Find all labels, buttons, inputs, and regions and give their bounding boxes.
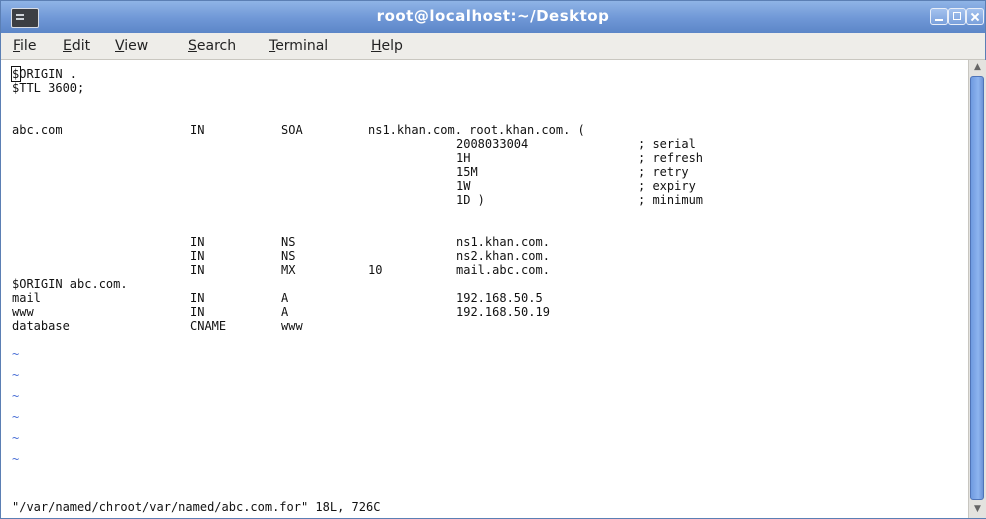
close-icon[interactable] [966,8,984,25]
window-title: root@localhost:~/Desktop [376,7,610,25]
empty-line-marker: ~ [12,431,20,445]
record-www-type: A [281,305,289,319]
soa-type: SOA [281,123,303,137]
ns1-data: ns1.khan.com. [456,235,550,249]
menu-view[interactable]: View [115,38,148,54]
soa-minimum-value: 1D ) [456,193,485,207]
maximize-icon[interactable] [948,8,966,25]
soa-serial-comment: ; serial [638,137,696,151]
soa-minimum-comment: ; minimum [638,193,704,207]
record-mail-type: A [281,291,289,305]
record-www-name: www [12,305,34,319]
empty-line-marker: ~ [12,368,20,382]
record-www-data: 192.168.50.19 [456,305,550,319]
menu-search[interactable]: Search [188,38,236,54]
record-www-class: IN [190,305,205,319]
mx-preference: 10 [368,263,383,277]
mx-data: mail.abc.com. [456,263,550,277]
vertical-scrollbar[interactable]: ▲ ▼ [968,60,986,518]
mx-type: MX [281,263,296,277]
origin2-line: $ORIGIN abc.com. [12,277,128,291]
empty-line-marker: ~ [12,452,20,466]
ns2-class: IN [190,249,205,263]
menu-help[interactable]: Help [371,38,403,54]
empty-line-marker: ~ [12,389,20,403]
empty-line-marker: ~ [12,347,20,361]
soa-refresh-value: 1H [456,151,471,165]
ns1-class: IN [190,235,205,249]
soa-expiry-value: 1W [456,179,471,193]
scrollbar-thumb[interactable] [970,76,984,500]
terminal-content[interactable]: $ORIGIN . $TTL 3600; abc.com IN SOA ns1.… [1,60,968,518]
soa-serial-value: 2008033004 [456,137,529,151]
record-mail-data: 192.168.50.5 [456,291,543,305]
record-mail-name: mail [12,291,41,305]
scroll-down-arrow-icon[interactable]: ▼ [972,504,983,515]
record-mail-class: IN [190,291,205,305]
soa-name: abc.com [12,123,63,137]
soa-refresh-comment: ; refresh [638,151,704,165]
ns1-type: NS [281,235,296,249]
title-bar[interactable]: root@localhost:~/Desktop [1,1,985,33]
soa-retry-value: 15M [456,165,478,179]
soa-rdata: ns1.khan.com. root.khan.com. ( [368,123,585,137]
origin-line: $ORIGIN . [12,67,78,81]
terminal-window: root@localhost:~/Desktop File Edit View … [0,0,986,519]
empty-line-marker: ~ [12,410,20,424]
mx-class: IN [190,263,205,277]
ttl-line: $TTL 3600; [12,81,85,95]
menu-bar: File Edit View Search Terminal Help [1,33,985,60]
record-database-class: CNAME [190,319,227,333]
menu-file[interactable]: File [13,38,36,54]
ns2-data: ns2.khan.com. [456,249,550,263]
soa-expiry-comment: ; expiry [638,179,696,193]
soa-retry-comment: ; retry [638,165,689,179]
vim-status-line: "/var/named/chroot/var/named/abc.com.for… [12,500,381,514]
soa-class: IN [190,123,205,137]
record-database-type: www [281,319,303,333]
scroll-up-arrow-icon[interactable]: ▲ [972,62,983,73]
minimize-icon[interactable] [930,8,948,25]
ns2-type: NS [281,249,296,263]
record-database-name: database [12,319,70,333]
menu-terminal[interactable]: Terminal [269,38,328,54]
menu-edit[interactable]: Edit [63,38,90,54]
